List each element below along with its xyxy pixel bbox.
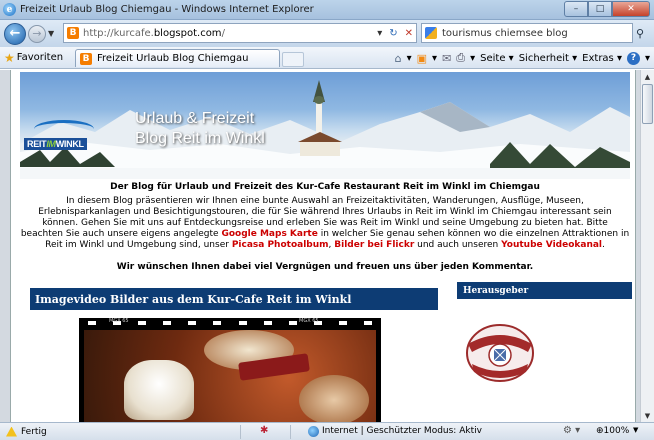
page-menu[interactable]: Seite ▾	[480, 53, 514, 64]
status-bar: Fertig ✱ Internet | Geschützter Modus: A…	[0, 422, 654, 440]
favorites-button[interactable]: Favoriten	[17, 52, 63, 63]
stop-icon[interactable]: ✕	[405, 28, 413, 39]
window-titlebar: e Freizeit Urlaub Blog Chiemgau - Window…	[0, 0, 654, 20]
status-text: Fertig	[21, 426, 47, 437]
window-title: Freizeit Urlaub Blog Chiemgau - Windows …	[20, 4, 314, 15]
minimize-button[interactable]: –	[564, 1, 588, 17]
zoom-dropdown-icon[interactable]: ▼	[633, 426, 638, 434]
blog-title-line1: Urlaub & Freizeit	[135, 110, 255, 127]
zoom-level[interactable]: ⊕100%	[596, 426, 629, 436]
search-icon[interactable]: ⚲	[636, 27, 644, 40]
command-bar: ⌂ ▾ ▣ ▾ ✉ ⎙ ▾ Seite ▾ Sicherheit ▾ Extra…	[395, 51, 650, 65]
picasa-link[interactable]: Picasa Photoalbum	[232, 240, 329, 250]
tab-active[interactable]: B Freizeit Urlaub Blog Chiemgau	[75, 49, 280, 67]
film-label: MGX 65	[299, 318, 319, 324]
favorites-bar: ★ Favoriten B Freizeit Urlaub Blog Chiem…	[0, 47, 654, 69]
protected-mode-icon[interactable]: ⚙ ▾	[563, 425, 580, 436]
tab-title: Freizeit Urlaub Blog Chiemgau	[97, 53, 249, 64]
home-dropdown-icon[interactable]: ▾	[407, 53, 412, 64]
back-button[interactable]: ←	[4, 22, 26, 45]
history-dropdown-icon[interactable]: ▼	[48, 29, 58, 38]
intro-paragraph: In diesem Blog präsentieren wir Ihnen ei…	[20, 196, 630, 250]
blogger-favicon-icon: B	[67, 27, 79, 39]
status-divider	[290, 425, 291, 439]
ie-logo-icon: e	[3, 3, 16, 16]
rss-feed-icon[interactable]: ▣	[417, 52, 427, 65]
reit-im-winkl-logo: REITIMWINKL	[24, 138, 87, 150]
cake-photo	[84, 330, 376, 422]
blogger-favicon-icon: B	[80, 52, 92, 65]
security-zone[interactable]: Internet | Geschützter Modus: Aktiv	[322, 426, 482, 436]
navigation-bar: ← → ▼ B http://kurcafe.blogspot.com/ ▾ ↻…	[0, 20, 654, 47]
home-icon[interactable]: ⌂	[395, 52, 402, 65]
forward-button[interactable]: →	[28, 24, 46, 43]
new-tab-button[interactable]	[282, 52, 304, 67]
warning-icon[interactable]	[6, 426, 17, 437]
vertical-scrollbar[interactable]: ▲ ▼	[640, 70, 654, 422]
address-url[interactable]: http://kurcafe.blogspot.com/	[83, 28, 225, 39]
address-dropdown-icon[interactable]: ▾	[377, 28, 382, 39]
blog-description: Der Blog für Urlaub und Freizeit des Kur…	[110, 182, 540, 192]
mail-icon[interactable]: ✉	[442, 52, 451, 65]
print-icon[interactable]: ⎙	[456, 51, 465, 65]
print-dropdown-icon[interactable]: ▾	[470, 53, 475, 64]
youtube-link[interactable]: Youtube Videokanal	[501, 240, 602, 250]
safety-menu[interactable]: Sicherheit ▾	[519, 53, 577, 64]
maximize-button[interactable]: □	[588, 1, 612, 17]
post-title[interactable]: Imagevideo Bilder aus dem Kur-Cafe Reit …	[30, 288, 438, 310]
blog-page: REITIMWINKL Urlaub & Freizeit Blog Reit …	[10, 70, 636, 422]
welcome-note: Wir wünschen Ihnen dabei viel Vergnügen …	[116, 262, 534, 272]
internet-zone-icon	[308, 426, 319, 437]
refresh-icon[interactable]: ↻	[389, 28, 397, 39]
help-icon[interactable]: ?	[626, 51, 640, 65]
page-viewport: REITIMWINKL Urlaub & Freizeit Blog Reit …	[0, 70, 654, 422]
extras-menu[interactable]: Extras ▾	[582, 53, 622, 64]
search-provider-icon[interactable]	[425, 27, 437, 39]
flickr-link[interactable]: Bilder bei Flickr	[334, 240, 414, 250]
google-maps-link[interactable]: Google Maps Karte	[221, 229, 317, 239]
film-label: MGX 65	[109, 318, 129, 324]
scroll-down-icon[interactable]: ▼	[641, 409, 654, 422]
favorites-star-icon[interactable]: ★	[4, 51, 15, 65]
scroll-up-icon[interactable]: ▲	[641, 70, 654, 83]
rss-dropdown-icon[interactable]: ▾	[432, 53, 437, 64]
search-box[interactable]: tourismus chiemsee blog	[421, 23, 633, 43]
scrollbar-thumb[interactable]	[642, 84, 653, 124]
script-error-icon[interactable]: ✱	[260, 425, 268, 436]
close-button[interactable]: ✕	[612, 1, 650, 17]
blog-header-banner[interactable]: REITIMWINKL Urlaub & Freizeit Blog Reit …	[20, 72, 630, 179]
kurcafe-emblem-icon	[466, 324, 534, 382]
post-video-image[interactable]: MGX 65 MGX 65	[79, 318, 381, 422]
sidebar-heading: Herausgeber	[457, 282, 632, 299]
blog-title-line2: Blog Reit im Winkl	[135, 130, 265, 147]
address-bar[interactable]: B http://kurcafe.blogspot.com/ ▾ ↻ ✕	[63, 23, 417, 43]
alpine-panorama-image	[20, 80, 630, 179]
status-divider	[240, 425, 241, 439]
help-dropdown-icon[interactable]: ▾	[645, 53, 650, 64]
logo-swoosh-icon	[34, 120, 94, 138]
search-input[interactable]: tourismus chiemsee blog	[442, 28, 568, 39]
